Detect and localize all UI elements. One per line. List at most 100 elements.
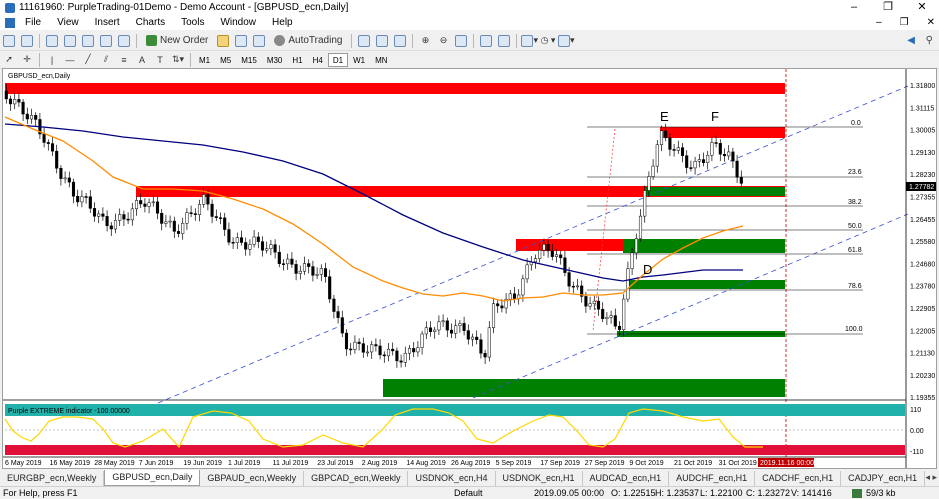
market-watch-icon[interactable] bbox=[44, 33, 60, 49]
line-chart-icon[interactable] bbox=[392, 33, 408, 49]
candle-body bbox=[218, 217, 223, 219]
trendline-icon[interactable]: ╱ bbox=[80, 52, 96, 68]
timeframe-m5[interactable]: M5 bbox=[215, 53, 236, 67]
timeframe-m1[interactable]: M1 bbox=[194, 53, 215, 67]
candlesticks-icon[interactable] bbox=[374, 33, 390, 49]
timeframe-h4[interactable]: H4 bbox=[308, 53, 328, 67]
menu-view[interactable]: View bbox=[49, 17, 87, 28]
equidistant-channel-icon[interactable]: ⫽ bbox=[98, 52, 114, 68]
candle-body bbox=[433, 329, 437, 332]
timeframe-m30[interactable]: M30 bbox=[262, 53, 288, 67]
candle-body bbox=[588, 303, 592, 307]
candle-body bbox=[655, 144, 659, 167]
candle-body bbox=[391, 348, 395, 352]
timeframe-mn[interactable]: MN bbox=[370, 53, 392, 67]
menu-tools[interactable]: Tools bbox=[173, 17, 212, 28]
timeframe-d1[interactable]: D1 bbox=[327, 52, 349, 67]
price-chart[interactable]: 0.0 23.6 38.2 50.0 61.8 78.6 100.0 E F D… bbox=[3, 69, 936, 468]
tab-scroll-arrows-icon[interactable]: ◂ ▸ bbox=[925, 472, 937, 483]
strategy-tester-icon[interactable] bbox=[116, 33, 132, 49]
tile-windows-icon[interactable] bbox=[453, 33, 469, 49]
timeframe-h1[interactable]: H1 bbox=[287, 53, 307, 67]
minimize-button[interactable]: – bbox=[837, 0, 871, 15]
menu-window[interactable]: Window bbox=[212, 17, 264, 28]
text-icon[interactable]: A bbox=[134, 52, 150, 68]
fibonacci-icon[interactable]: ≡ bbox=[116, 52, 132, 68]
templates-icon[interactable]: ▾ bbox=[558, 33, 575, 49]
candle-body bbox=[181, 222, 185, 234]
tab-gbpcad-weekly[interactable]: GBPCAD_ecn,Weekly bbox=[304, 471, 409, 486]
fib-level-61-8: 61.8 bbox=[848, 247, 862, 254]
tab-eurgbp-weekly[interactable]: EURGBP_ecn,Weekly bbox=[0, 471, 105, 486]
candle-body bbox=[651, 165, 655, 177]
vertical-line-icon[interactable]: | bbox=[44, 52, 60, 68]
candle-body bbox=[680, 147, 685, 156]
candle-body bbox=[613, 315, 617, 327]
arrows-icon[interactable]: ⇅▾ bbox=[170, 52, 186, 68]
tab-gbpusd-daily[interactable]: GBPUSD_ecn,Daily bbox=[104, 470, 201, 486]
tab-usdnok-h1[interactable]: USDNOK_ecn,H1 bbox=[496, 471, 583, 486]
timeframe-m15[interactable]: M15 bbox=[236, 53, 262, 67]
crosshair-icon[interactable]: ✛ bbox=[19, 52, 35, 68]
status-close: C: 1.23272 bbox=[746, 488, 791, 498]
community-icon[interactable]: ◀ bbox=[907, 35, 915, 46]
bar-chart-icon[interactable] bbox=[356, 33, 372, 49]
terminal-icon[interactable] bbox=[98, 33, 114, 49]
candle-body bbox=[55, 150, 59, 169]
tab-audchf-h1[interactable]: AUDCHF_ecn,H1 bbox=[669, 471, 756, 486]
zoom-in-icon[interactable]: ⊕ bbox=[417, 33, 433, 49]
mdi-close-button[interactable]: ✕ bbox=[927, 15, 935, 30]
time-axis: 6 May 2019 16 May 2019 28 May 2019 7 Jun 20… bbox=[5, 460, 757, 467]
indicator-top-band bbox=[5, 404, 905, 416]
tab-cadjpy-h1[interactable]: CADJPY_ecn,H1 bbox=[841, 471, 926, 486]
text-label-icon[interactable]: T bbox=[152, 52, 168, 68]
indicators-icon[interactable]: ▾ bbox=[521, 33, 538, 49]
tab-audcad-h1[interactable]: AUDCAD_ecn,H1 bbox=[583, 471, 670, 486]
tab-gbpaud-weekly[interactable]: GBPAUD_ecn,Weekly bbox=[200, 471, 305, 486]
menu-charts[interactable]: Charts bbox=[128, 17, 173, 28]
tab-usdnok-h4[interactable]: USDNOK_ecn,H4 bbox=[408, 471, 496, 486]
metaeditor-icon[interactable] bbox=[215, 33, 231, 49]
new-chart-icon[interactable] bbox=[1, 33, 17, 49]
auto-scroll-icon[interactable] bbox=[478, 33, 494, 49]
candle-body bbox=[487, 327, 491, 358]
navigator-icon[interactable] bbox=[80, 33, 96, 49]
time-axis-label: 17 Sep 2019 bbox=[540, 460, 580, 467]
data-window-icon[interactable] bbox=[62, 33, 78, 49]
periods-icon[interactable]: ◷ ▾ bbox=[540, 33, 556, 49]
cursor-icon[interactable]: ➚ bbox=[1, 52, 17, 68]
candle-body bbox=[349, 348, 353, 351]
zoom-out-icon[interactable]: ⊖ bbox=[435, 33, 451, 49]
mdi-restore-button[interactable]: ❐ bbox=[900, 15, 909, 30]
tab-cadchf-h1[interactable]: CADCHF_ecn,H1 bbox=[755, 471, 842, 486]
candle-body bbox=[139, 200, 143, 205]
chart-shift-icon[interactable] bbox=[496, 33, 512, 49]
candle-body bbox=[500, 305, 504, 309]
new-order-button[interactable]: New Order bbox=[141, 33, 213, 49]
menu-insert[interactable]: Insert bbox=[87, 17, 128, 28]
price-axis-label: 1.30005 bbox=[910, 128, 935, 135]
profiles-icon[interactable] bbox=[19, 33, 35, 49]
price-axis: 1.31800 1.31115 1.30005 1.29130 1.28230 1.273… bbox=[910, 83, 935, 402]
chart-window[interactable]: 0.0 23.6 38.2 50.0 61.8 78.6 100.0 E F D… bbox=[2, 68, 937, 469]
autotrading-button[interactable]: AutoTrading bbox=[269, 33, 347, 49]
close-button[interactable]: ✕ bbox=[905, 0, 939, 15]
status-open: O: 1.22515 bbox=[611, 488, 656, 498]
candle-body bbox=[735, 160, 739, 178]
time-axis-label: 2 Aug 2019 bbox=[362, 460, 398, 467]
search-icon[interactable]: ⚲ bbox=[926, 35, 933, 46]
timeframe-w1[interactable]: W1 bbox=[348, 53, 370, 67]
signals-icon[interactable] bbox=[233, 33, 249, 49]
menu-help[interactable]: Help bbox=[264, 17, 301, 28]
candle-body bbox=[92, 208, 97, 217]
candle-body bbox=[244, 242, 248, 250]
time-axis-label: 7 Jun 2019 bbox=[139, 460, 174, 467]
candle-body bbox=[84, 196, 88, 198]
horizontal-line-icon[interactable]: — bbox=[62, 52, 78, 68]
maximize-button[interactable]: ❐ bbox=[871, 0, 905, 15]
fib-level-0: 0.0 bbox=[851, 120, 861, 127]
mdi-minimize-button[interactable]: – bbox=[876, 15, 882, 30]
market-icon[interactable] bbox=[251, 33, 267, 49]
menu-file[interactable]: File bbox=[17, 17, 49, 28]
candle-body bbox=[239, 237, 244, 243]
